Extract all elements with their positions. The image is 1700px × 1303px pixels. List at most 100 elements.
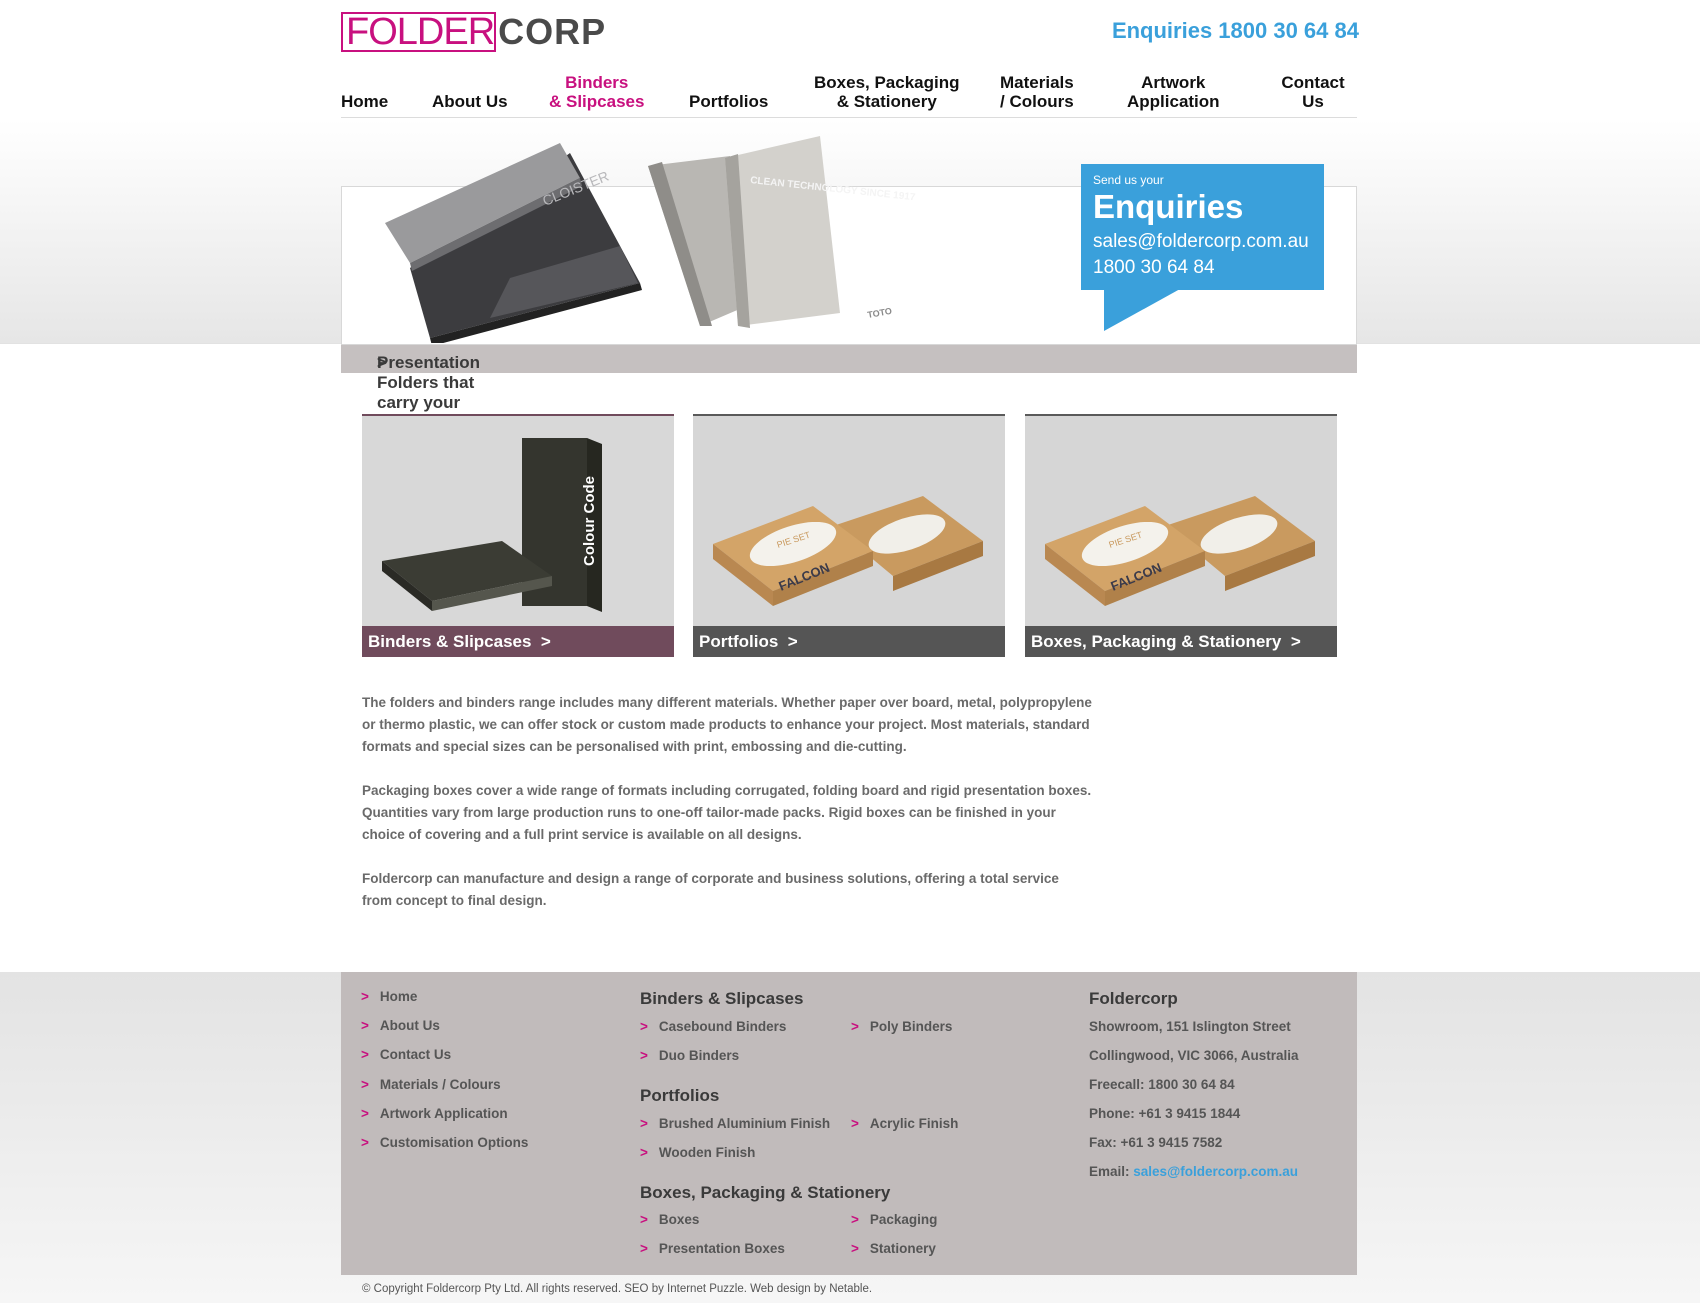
footer-link-customisation-label: Customisation Options	[379, 1135, 529, 1150]
hero-caption-bar[interactable]: Presentation Folders that carry your cor…	[341, 345, 1357, 532]
footer-link-about[interactable]: > About Us	[361, 1018, 440, 1033]
card-boxes-text: Boxes, Packaging & Stationery	[1031, 632, 1282, 651]
footer-phone: Phone: +61 3 9415 1844	[1089, 1106, 1241, 1121]
card-boxes[interactable]: PIE SET FALCON Boxes, Packaging & Statio…	[1025, 414, 1337, 657]
card-binders[interactable]: Colour Code Binders & Slipcases >	[362, 414, 674, 657]
footer-link-acrylic-label: Acrylic Finish	[869, 1116, 959, 1131]
footer-link-presentation-boxes[interactable]: > Presentation Boxes	[640, 1241, 785, 1256]
nav-contact[interactable]: Contact Us	[1269, 73, 1357, 111]
footer-link-home-label: Home	[379, 989, 418, 1004]
enquiries-callout-small: Send us your	[1093, 173, 1164, 187]
chevron-icon: >	[361, 1106, 369, 1121]
enquiries-callout[interactable]: Send us your Enquiries sales@foldercorp.…	[1081, 164, 1324, 290]
nav-binders[interactable]: Binders & Slipcases	[549, 73, 644, 111]
portfolios-illustration: PIE SET FALCON	[693, 416, 1005, 626]
footer-link-acrylic[interactable]: > Acrylic Finish	[851, 1116, 958, 1131]
footer-link-poly-label: Poly Binders	[869, 1019, 953, 1034]
nav-materials-line2: / Colours	[1000, 92, 1074, 111]
footer-link-home[interactable]: > Home	[361, 989, 417, 1004]
footer-link-materials-label: Materials / Colours	[379, 1077, 501, 1092]
logo[interactable]: FOLDER CORP	[341, 10, 606, 54]
footer-link-artwork-label: Artwork Application	[379, 1106, 508, 1121]
card-boxes-chevron: >	[1290, 632, 1301, 651]
footer-email-link[interactable]: sales@foldercorp.com.au	[1133, 1164, 1298, 1179]
chevron-icon: >	[640, 1145, 648, 1160]
footer-link-casebound[interactable]: > Casebound Binders	[640, 1019, 786, 1034]
footer-company-name: Foldercorp	[1089, 989, 1178, 1008]
footer-link-packaging[interactable]: > Packaging	[851, 1212, 937, 1227]
footer-link-contact[interactable]: > Contact Us	[361, 1047, 451, 1062]
main-nav: Home About Us Binders & Slipcases Portfo…	[341, 72, 1357, 118]
nav-artwork-line1: Artwork	[1141, 73, 1206, 92]
logo-corp-text: CORP	[498, 11, 607, 52]
chevron-icon: >	[640, 1048, 648, 1063]
chevron-icon: >	[851, 1241, 859, 1256]
copyright-text: © Copyright Foldercorp Pty Ltd. All righ…	[362, 1283, 873, 1295]
footer-link-packaging-label: Packaging	[869, 1212, 938, 1227]
card-binders-text: Binders & Slipcases	[368, 632, 532, 651]
intro-paragraph-2: Packaging boxes cover a wide range of fo…	[362, 783, 1092, 842]
nav-artwork[interactable]: Artwork Application	[1127, 73, 1220, 111]
card-boxes-image: PIE SET FALCON	[1025, 414, 1337, 626]
card-binders-chevron: >	[540, 632, 551, 651]
nav-portfolios[interactable]: Portfolios	[689, 92, 768, 111]
chevron-icon: >	[640, 1116, 648, 1131]
logo-folder-text: FOLDER	[346, 11, 495, 53]
nav-binders-line2: & Slipcases	[549, 92, 645, 111]
footer-link-presentation-boxes-label: Presentation Boxes	[658, 1241, 785, 1256]
nav-about[interactable]: About Us	[432, 92, 508, 111]
enquiries-callout-tail	[1104, 289, 1180, 331]
footer-heading-binders[interactable]: Binders & Slipcases	[640, 989, 803, 1009]
footer-link-poly[interactable]: > Poly Binders	[851, 1019, 952, 1034]
nav-boxes[interactable]: Boxes, Packaging & Stationery	[814, 73, 960, 111]
header-enquiries-phone[interactable]: Enquiries 1800 30 64 84	[1112, 18, 1359, 44]
footer-link-about-label: About Us	[379, 1018, 440, 1033]
footer-link-wooden[interactable]: > Wooden Finish	[640, 1145, 755, 1160]
card-portfolios-text: Portfolios	[699, 632, 779, 651]
nav-materials-line1: Materials	[1000, 73, 1074, 92]
footer-email-label: Email:	[1089, 1164, 1130, 1179]
footer-link-stationery[interactable]: > Stationery	[851, 1241, 936, 1256]
footer-link-aluminium[interactable]: > Brushed Aluminium Finish	[640, 1116, 830, 1131]
footer-email-row: Email: sales@foldercorp.com.au	[1089, 1164, 1298, 1179]
footer-link-customisation[interactable]: > Customisation Options	[361, 1135, 528, 1150]
footer-fax: Fax: +61 3 9415 7582	[1089, 1135, 1223, 1150]
card-binders-label: Binders & Slipcases >	[362, 626, 674, 657]
chevron-icon: >	[361, 1018, 369, 1033]
footer-link-aluminium-label: Brushed Aluminium Finish	[658, 1116, 831, 1131]
hero-product-image: CLOISTER CLEAN TECHNOLOGY SINCE 1917 TOT…	[385, 136, 916, 343]
enquiries-callout-title: Enquiries	[1093, 188, 1244, 225]
footer-link-materials[interactable]: > Materials / Colours	[361, 1077, 501, 1092]
footer: > Home > About Us > Contact Us > Materials /…	[341, 972, 1357, 1275]
footer-link-artwork[interactable]: > Artwork Application	[361, 1106, 508, 1121]
chevron-icon: >	[361, 989, 369, 1004]
intro-text: The folders and binders range includes m…	[362, 692, 1092, 934]
chevron-icon: >	[640, 1212, 648, 1227]
nav-artwork-line2: Application	[1127, 92, 1220, 111]
chevron-icon: >	[640, 1241, 648, 1256]
card-portfolios[interactable]: PIE SET FALCON Portfolios >	[693, 414, 1005, 657]
footer-link-casebound-label: Casebound Binders	[658, 1019, 787, 1034]
chevron-icon: >	[361, 1047, 369, 1062]
nav-boxes-line2: & Stationery	[836, 92, 937, 111]
footer-heading-boxes[interactable]: Boxes, Packaging & Stationery	[640, 1183, 890, 1203]
footer-link-wooden-label: Wooden Finish	[658, 1145, 756, 1160]
footer-link-boxes-label: Boxes	[658, 1212, 700, 1227]
enquiries-callout-phone: 1800 30 64 84	[1093, 257, 1215, 278]
nav-boxes-line1: Boxes, Packaging	[814, 73, 960, 92]
footer-address-1: Showroom, 151 Islington Street	[1089, 1019, 1291, 1034]
footer-link-contact-label: Contact Us	[379, 1047, 452, 1062]
hero-caption-text: Presentation Folders that carry your cor…	[359, 349, 480, 532]
footer-heading-portfolios[interactable]: Portfolios	[640, 1086, 719, 1106]
card-portfolios-chevron: >	[787, 632, 798, 651]
nav-home[interactable]: Home	[341, 92, 388, 111]
footer-link-duo[interactable]: > Duo Binders	[640, 1048, 739, 1063]
card-binders-image: Colour Code	[362, 414, 674, 626]
card-portfolios-label: Portfolios >	[693, 626, 1005, 657]
nav-materials[interactable]: Materials / Colours	[1000, 73, 1074, 111]
enquiries-callout-email[interactable]: sales@foldercorp.com.au	[1093, 231, 1309, 253]
card-portfolios-image: PIE SET FALCON	[693, 414, 1005, 626]
intro-paragraph-3: Foldercorp can manufacture and design a …	[362, 871, 1059, 908]
chevron-icon: >	[361, 1077, 369, 1092]
footer-link-boxes[interactable]: > Boxes	[640, 1212, 699, 1227]
